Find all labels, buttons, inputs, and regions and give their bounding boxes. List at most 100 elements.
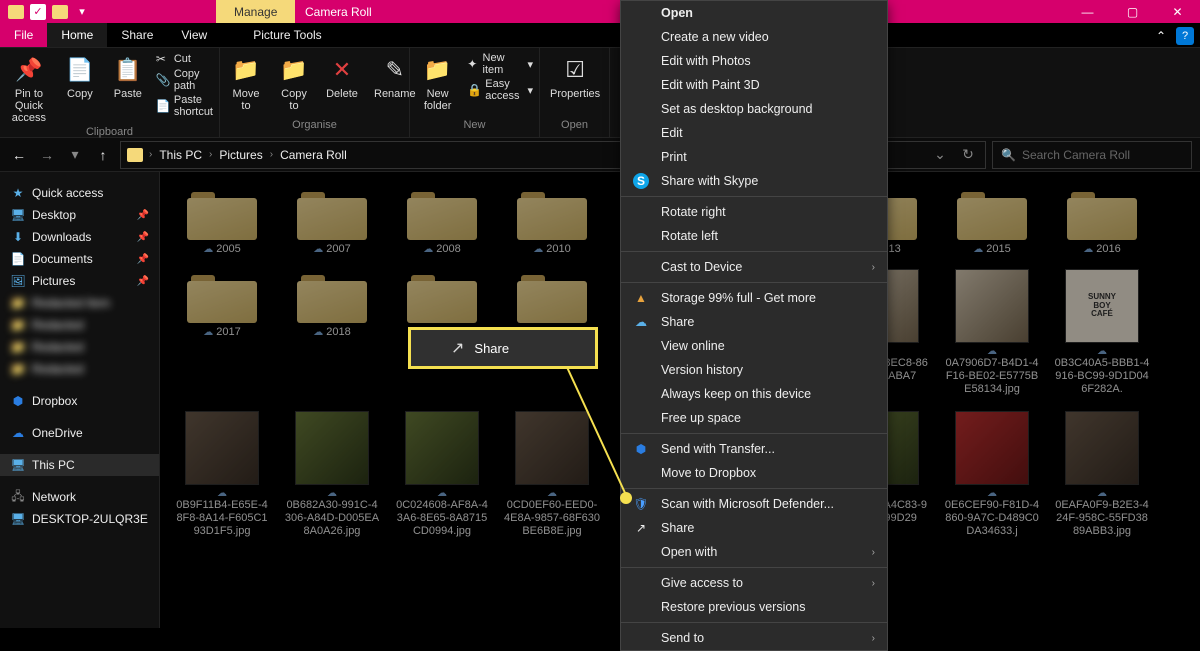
ctx-set-background[interactable]: Set as desktop background [621, 97, 887, 121]
sidebar-desktop[interactable]: 🖥Desktop📌 [0, 204, 159, 226]
ctx-print[interactable]: Print [621, 145, 887, 169]
chevron-right-icon[interactable]: › [268, 149, 275, 160]
dropdown-icon[interactable]: ▾ [74, 4, 90, 20]
address-bar-row: ← → ▾ ↑ › This PC › Pictures › Camera Ro… [0, 138, 1200, 172]
ctx-cast[interactable]: Cast to Device› [621, 255, 887, 279]
image-item[interactable]: SUNNYBOYCAFÉ ☁0B3C40A5-BBB1-4916-BC99-9D… [1050, 269, 1154, 397]
ctx-create-video[interactable]: Create a new video [621, 25, 887, 49]
tab-file[interactable]: File [0, 23, 47, 47]
sidebar-quick-access[interactable]: ★Quick access [0, 182, 159, 204]
folder-item[interactable]: ☁2007 [280, 186, 384, 255]
maximize-button[interactable]: ▢ [1110, 0, 1155, 23]
sidebar-item-blurred[interactable]: 📁Redacted [0, 358, 159, 380]
ctx-always-keep[interactable]: Always keep on this device [621, 382, 887, 406]
image-item[interactable]: ☁0CD0EF60-EED0-4E8A-9857-68F630BE6B8E.jp… [500, 411, 604, 539]
copy-path-button[interactable]: 📎Copy path [156, 68, 213, 92]
ctx-rotate-right[interactable]: Rotate right [621, 200, 887, 224]
ctx-open-with[interactable]: Open with› [621, 540, 887, 564]
ctx-view-online[interactable]: View online [621, 334, 887, 358]
folder-icon[interactable] [52, 5, 68, 19]
ctx-restore-prev[interactable]: Restore previous versions [621, 595, 887, 619]
recent-dropdown[interactable]: ▾ [64, 144, 86, 166]
ctx-send-transfer[interactable]: ⬢Send with Transfer... [621, 437, 887, 461]
ctx-edit-paint3d[interactable]: Edit with Paint 3D [621, 73, 887, 97]
delete-button[interactable]: ✕Delete [322, 52, 362, 102]
ctx-rotate-left[interactable]: Rotate left [621, 224, 887, 248]
up-button[interactable]: ↑ [92, 144, 114, 166]
refresh-button[interactable]: ↻ [957, 144, 979, 166]
sidebar-item-blurred[interactable]: 📁Redacted [0, 314, 159, 336]
folder-item[interactable]: ☁2005 [170, 186, 274, 255]
folder-item[interactable]: ☁2008 [390, 186, 494, 255]
tab-share[interactable]: Share [107, 23, 167, 47]
folder-icon [187, 269, 257, 323]
tab-view[interactable]: View [167, 23, 221, 47]
moveto-button[interactable]: 📁Move to [226, 52, 266, 114]
sidebar-dropbox[interactable]: ⬢Dropbox [0, 390, 159, 412]
pin-button[interactable]: 📌Pin to Quick access [6, 52, 52, 126]
new-item-button[interactable]: ✦New item▾ [467, 52, 533, 76]
image-item[interactable]: ☁0C024608-AF8A-43A6-8E65-8A8715CD0994.jp… [390, 411, 494, 539]
sidebar-pictures[interactable]: 🖼Pictures📌 [0, 270, 159, 292]
cut-button[interactable]: ✂Cut [156, 52, 213, 66]
sidebar-network[interactable]: 🖧Network [0, 486, 159, 508]
folder-item[interactable]: ☁2015 [940, 186, 1044, 255]
search-input[interactable]: 🔍 Search Camera Roll [992, 141, 1192, 169]
back-button[interactable]: ← [8, 144, 30, 166]
sidebar-documents[interactable]: 📄Documents📌 [0, 248, 159, 270]
ctx-scan-defender[interactable]: 🛡Scan with Microsoft Defender... [621, 492, 887, 516]
image-item[interactable]: ☁0B682A30-991C-4306-A84D-D005EA8A0A26.jp… [280, 411, 384, 539]
sidebar-onedrive[interactable]: ☁OneDrive [0, 422, 159, 444]
crumb-thispc[interactable]: This PC [156, 148, 205, 162]
copy-button[interactable]: 📄Copy [60, 52, 100, 102]
sidebar-item-blurred[interactable]: 📁Redacted [0, 336, 159, 358]
paste-shortcut-button[interactable]: 📄Paste shortcut [156, 94, 213, 118]
ctx-give-access[interactable]: Give access to› [621, 571, 887, 595]
ctx-edit[interactable]: Edit [621, 121, 887, 145]
delete-icon: ✕ [326, 54, 358, 86]
image-item[interactable]: ☁0EAFA0F9-B2E3-424F-958C-55FD3889ABB3.jp… [1050, 411, 1154, 539]
address-dropdown[interactable]: ⌄ [929, 144, 951, 166]
sidebar-downloads[interactable]: ⬇Downloads📌 [0, 226, 159, 248]
image-item[interactable]: ☁0B9F11B4-E65E-48F8-8A14-F605C193D1F5.jp… [170, 411, 274, 539]
sidebar-thispc[interactable]: 🖥This PC [0, 454, 159, 476]
checkbox-icon[interactable]: ✓ [30, 4, 46, 20]
tab-picture-tools[interactable]: Picture Tools [239, 23, 335, 47]
folder-item[interactable]: ☁2010 [500, 186, 604, 255]
context-menu: Open Create a new video Edit with Photos… [620, 0, 888, 651]
rename-icon: ✎ [379, 54, 411, 86]
newfolder-button[interactable]: 📁New folder [416, 52, 459, 114]
paste-button[interactable]: 📋Paste [108, 52, 148, 102]
crumb-cameraroll[interactable]: Camera Roll [277, 148, 350, 162]
ctx-edit-photos[interactable]: Edit with Photos [621, 49, 887, 73]
minimize-button[interactable]: — [1065, 0, 1110, 23]
chevron-up-icon[interactable]: ⌃ [1152, 27, 1170, 45]
sidebar-item-blurred[interactable]: 📁Redacted Item [0, 292, 159, 314]
properties-button[interactable]: ☑Properties [546, 52, 604, 102]
ctx-move-dropbox[interactable]: Move to Dropbox [621, 461, 887, 485]
folder-item[interactable]: ☁2017 [170, 269, 274, 397]
chevron-right-icon[interactable]: › [207, 149, 214, 160]
help-button[interactable]: ? [1176, 27, 1194, 45]
ctx-share-onedrive[interactable]: ☁Share [621, 310, 887, 334]
close-button[interactable]: ✕ [1155, 0, 1200, 23]
copyto-button[interactable]: 📁Copy to [274, 52, 314, 114]
ctx-open[interactable]: Open [621, 1, 887, 25]
ctx-share-skype[interactable]: SShare with Skype [621, 169, 887, 193]
ctx-version-history[interactable]: Version history [621, 358, 887, 382]
ctx-storage-full[interactable]: ▲Storage 99% full - Get more [621, 286, 887, 310]
image-item[interactable]: ☁0E6CEF90-F81D-4860-9A7C-D489C0DA34633.j [940, 411, 1044, 539]
manage-tab[interactable]: Manage [216, 0, 295, 23]
tab-home[interactable]: Home [47, 23, 107, 47]
forward-button[interactable]: → [36, 144, 58, 166]
ctx-send-to[interactable]: Send to› [621, 626, 887, 650]
ctx-share[interactable]: ↗Share [621, 516, 887, 540]
folder-item[interactable]: ☁2018 [280, 269, 384, 397]
ctx-free-space[interactable]: Free up space [621, 406, 887, 430]
sidebar-remote-pc[interactable]: 🖥DESKTOP-2ULQR3E [0, 508, 159, 530]
chevron-right-icon[interactable]: › [147, 149, 154, 160]
image-item[interactable]: ☁0A7906D7-B4D1-4F16-BE02-E5775BE58134.jp… [940, 269, 1044, 397]
folder-item[interactable]: ☁2016 [1050, 186, 1154, 255]
crumb-pictures[interactable]: Pictures [216, 148, 265, 162]
easy-access-button[interactable]: 🔒Easy access▾ [467, 78, 533, 102]
